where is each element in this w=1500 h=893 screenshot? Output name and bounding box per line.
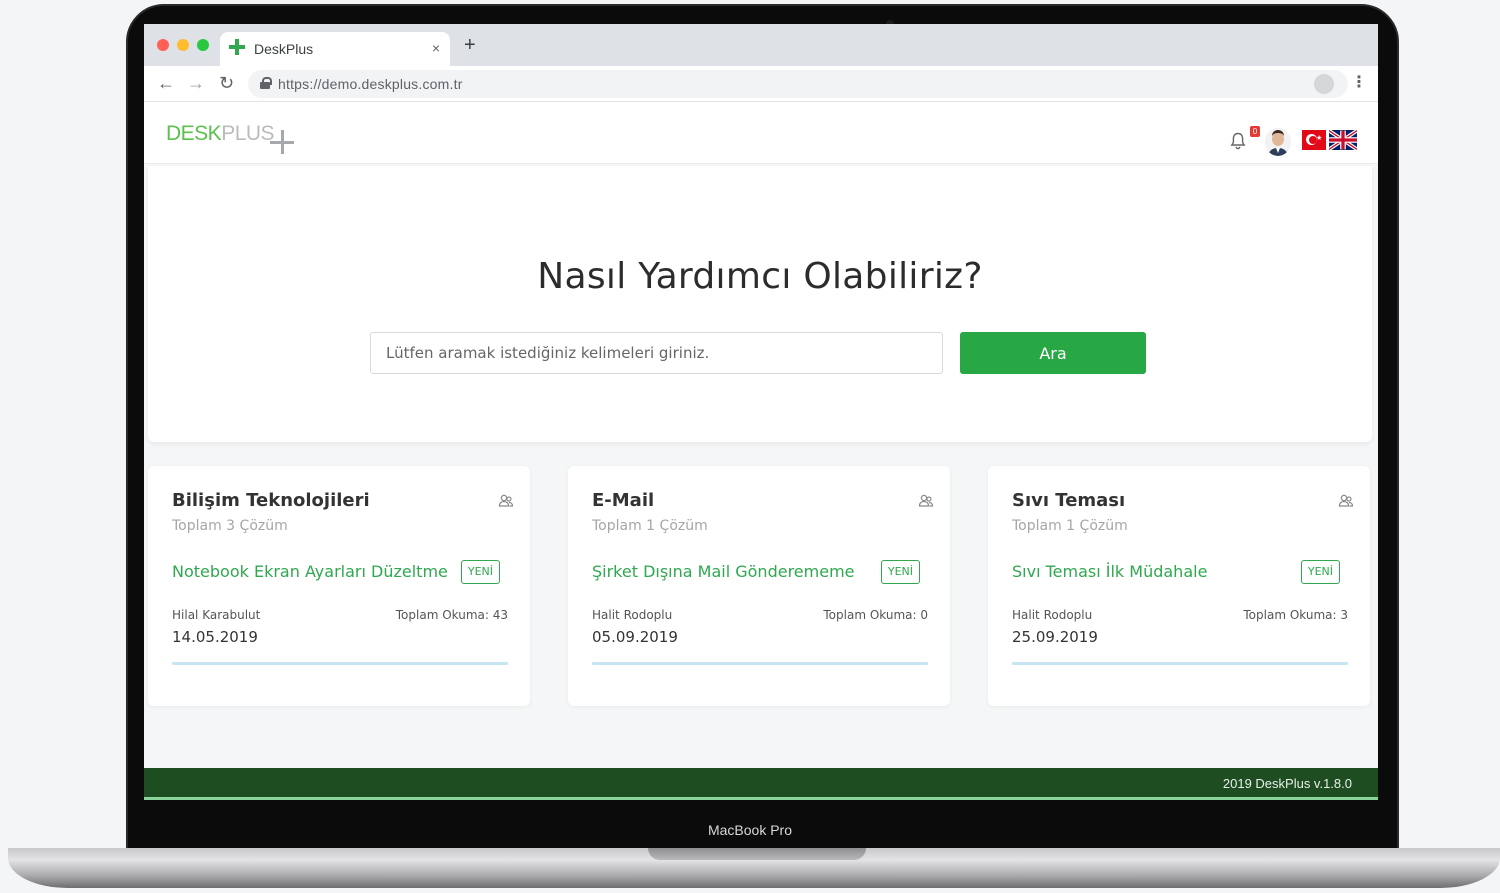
screen: DeskPlus × + ← → ↻ https://demo.deskplus… xyxy=(144,24,1378,800)
logo-plus-icon xyxy=(270,130,294,154)
article-read-count: Toplam Okuma: 0 xyxy=(823,608,928,622)
card-title[interactable]: Bilişim Teknolojileri xyxy=(172,490,370,511)
laptop-notch xyxy=(648,848,866,860)
new-tab-button[interactable]: + xyxy=(464,35,476,55)
card-divider xyxy=(172,662,508,665)
favicon-plus-icon xyxy=(228,38,246,56)
card-divider xyxy=(592,662,928,665)
card-solution-count: Toplam 3 Çözüm xyxy=(172,518,288,534)
article-read-count: Toplam Okuma: 43 xyxy=(395,608,508,622)
maximize-window-button[interactable] xyxy=(197,39,209,51)
tab-title: DeskPlus xyxy=(254,41,314,57)
url-text[interactable]: https://demo.deskplus.com.tr xyxy=(278,76,463,92)
profile-avatar-icon[interactable] xyxy=(1314,74,1334,94)
article-author: Halit Rodoplu xyxy=(1012,608,1093,622)
category-card[interactable]: Sıvı Teması Toplam 1 Çözüm Sıvı Teması İ… xyxy=(988,466,1370,706)
category-card[interactable]: Bilişim Teknolojileri Toplam 3 Çözüm Not… xyxy=(148,466,530,706)
article-date: 14.05.2019 xyxy=(172,628,258,646)
footer-version-text: 2019 DeskPlus v.1.8.0 xyxy=(1222,776,1352,791)
hero-title: Nasıl Yardımcı Olabiliriz? xyxy=(537,256,983,297)
uk-flag-icon[interactable] xyxy=(1329,130,1357,150)
notification-count-badge: 0 xyxy=(1250,126,1260,137)
logo-plus-text: PLUS xyxy=(221,122,275,145)
close-window-button[interactable] xyxy=(157,39,169,51)
article-date: 25.09.2019 xyxy=(1012,628,1098,646)
card-solution-count: Toplam 1 Çözüm xyxy=(1012,518,1128,534)
article-link[interactable]: Sıvı Teması İlk Müdahale xyxy=(1012,562,1207,581)
users-icon xyxy=(1338,494,1354,512)
new-badge: YENİ xyxy=(880,560,920,584)
minimize-window-button[interactable] xyxy=(177,39,189,51)
device-label: MacBook Pro xyxy=(707,822,793,838)
article-read-count: Toplam Okuma: 3 xyxy=(1243,608,1348,622)
search-button[interactable]: Ara xyxy=(960,332,1146,374)
address-bar[interactable]: https://demo.deskplus.com.tr ☆ xyxy=(248,70,1348,98)
article-link[interactable]: Şirket Dışına Mail Gönderememe xyxy=(592,562,855,581)
new-badge: YENİ xyxy=(1300,560,1340,584)
browser-tab[interactable]: DeskPlus × xyxy=(220,32,450,66)
page: DESKPLUS 0 ★ Nasıl Yardımcı Olabiliriz? … xyxy=(144,102,1378,800)
card-divider xyxy=(1012,662,1348,665)
tab-close-icon[interactable]: × xyxy=(432,40,440,56)
turkish-flag-icon[interactable]: ★ xyxy=(1302,130,1326,150)
category-card[interactable]: E-Mail Toplam 1 Çözüm Şirket Dışına Mail… xyxy=(568,466,950,706)
footer: 2019 DeskPlus v.1.8.0 xyxy=(144,768,1378,800)
users-icon xyxy=(918,494,934,512)
search-input[interactable] xyxy=(370,332,943,374)
browser-tabbar: DeskPlus × + xyxy=(144,24,1378,66)
user-avatar[interactable] xyxy=(1265,128,1291,156)
notification-bell-icon[interactable] xyxy=(1230,132,1246,150)
article-author: Halit Rodoplu xyxy=(592,608,673,622)
browser-toolbar: ← → ↻ https://demo.deskplus.com.tr ☆ ⋮ xyxy=(144,66,1378,102)
reload-icon[interactable]: ↻ xyxy=(219,73,234,93)
back-arrow-icon[interactable]: ← xyxy=(157,73,175,93)
article-link[interactable]: Notebook Ekran Ayarları Düzeltme xyxy=(172,562,448,581)
article-date: 05.09.2019 xyxy=(592,628,678,646)
card-title[interactable]: Sıvı Teması xyxy=(1012,490,1125,511)
logo-desk-text: DESK xyxy=(166,122,222,145)
users-icon xyxy=(498,494,514,512)
browser-menu-icon[interactable]: ⋮ xyxy=(1351,72,1367,92)
app-header: DESKPLUS 0 ★ xyxy=(144,102,1378,164)
new-badge: YENİ xyxy=(460,560,500,584)
card-title[interactable]: E-Mail xyxy=(592,490,654,511)
forward-arrow-icon[interactable]: → xyxy=(187,73,205,93)
lock-icon xyxy=(260,77,272,89)
search-hero: Nasıl Yardımcı Olabiliriz? Ara xyxy=(148,166,1372,442)
deskplus-logo[interactable]: DESKPLUS xyxy=(166,122,275,146)
card-solution-count: Toplam 1 Çözüm xyxy=(592,518,708,534)
article-author: Hilal Karabulut xyxy=(172,608,261,622)
